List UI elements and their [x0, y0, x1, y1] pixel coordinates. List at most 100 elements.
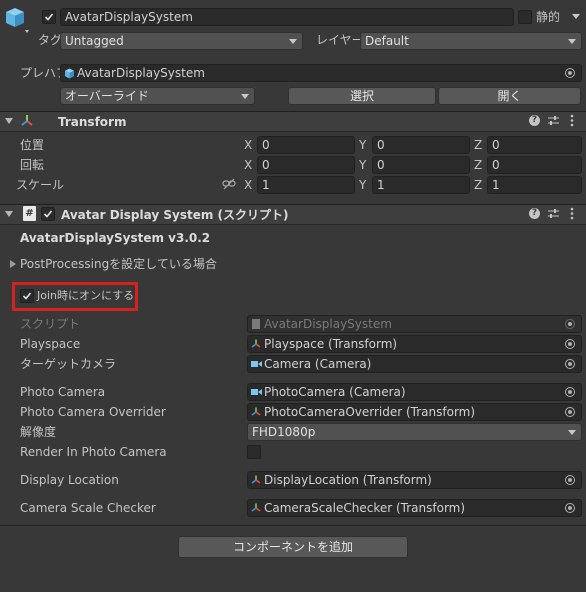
position-y-field[interactable]: 0 [372, 136, 470, 154]
scale-label: スケール [16, 178, 65, 192]
scale-x-field[interactable]: 1 [257, 176, 355, 194]
object-picker-icon[interactable] [565, 407, 575, 417]
join-enable-label: Join時にオンにする [37, 289, 135, 302]
presets-icon[interactable] [547, 114, 560, 127]
camera-scale-checker-field[interactable]: CameraScaleChecker (Transform) [247, 499, 582, 517]
playspace-label: Playspace [20, 337, 81, 351]
foldout-arrow-icon[interactable] [5, 118, 13, 124]
camera-scale-checker-label: Camera Scale Checker [20, 501, 156, 515]
chevron-down-icon [568, 430, 576, 435]
render-in-photo-checkbox[interactable] [247, 445, 261, 459]
static-dropdown-icon[interactable] [572, 14, 580, 19]
join-enable-checkbox[interactable] [20, 289, 34, 303]
object-picker-icon[interactable] [565, 387, 575, 397]
rotation-label: 回転 [20, 158, 45, 172]
open-button[interactable]: 開く [438, 87, 581, 105]
photo-camera-overrider-value: PhotoCameraOverrider (Transform) [264, 405, 476, 419]
rotation-y-field[interactable]: 0 [372, 156, 470, 174]
script-file-icon [252, 319, 260, 329]
position-x-field[interactable]: 0 [257, 136, 355, 154]
prefab-value: AvatarDisplaySystem [77, 66, 205, 80]
object-name-field[interactable]: AvatarDisplaySystem [60, 8, 514, 26]
foldout-arrow-icon[interactable] [10, 260, 16, 268]
version-heading: AvatarDisplaySystem v3.0.2 [20, 231, 211, 245]
object-picker-icon [565, 319, 575, 329]
constrain-proportions-icon[interactable] [222, 178, 236, 190]
target-camera-field[interactable]: Camera (Camera) [247, 355, 582, 373]
select-button[interactable]: 選択 [288, 87, 436, 105]
script-label: スクリプト [20, 317, 81, 331]
display-location-value: DisplayLocation (Transform) [264, 473, 432, 487]
axis-y-label: Y [359, 158, 367, 172]
help-icon[interactable]: ? [529, 115, 540, 126]
gameobject-cube-icon[interactable] [4, 6, 30, 34]
foldout-arrow-icon[interactable] [5, 211, 13, 217]
camera-scale-checker-value: CameraScaleChecker (Transform) [264, 501, 466, 515]
script-field: AvatarDisplaySystem [247, 315, 582, 333]
target-camera-value: Camera (Camera) [264, 357, 372, 371]
photo-camera-value: PhotoCamera (Camera) [264, 385, 406, 399]
tag-dropdown[interactable]: Untagged [60, 32, 303, 50]
static-checkbox[interactable] [518, 10, 532, 24]
axis-x-label: X [244, 158, 253, 172]
layer-value: Default [365, 34, 409, 48]
transform-icon [251, 475, 261, 484]
overrides-dropdown[interactable]: オーバーライド [60, 87, 255, 105]
photo-camera-label: Photo Camera [20, 385, 106, 399]
axis-x-label: X [244, 178, 253, 192]
axis-y-label: Y [359, 178, 367, 192]
postprocessing-foldout[interactable]: PostProcessingを設定している場合 [20, 256, 217, 272]
rotation-z-field[interactable]: 0 [487, 156, 582, 174]
help-icon[interactable]: ? [529, 208, 540, 219]
axis-y-label: Y [359, 138, 367, 152]
object-picker-icon[interactable] [565, 503, 575, 513]
photo-camera-overrider-label: Photo Camera Overrider [20, 405, 166, 419]
resolution-value: FHD1080p [252, 425, 316, 439]
chevron-down-icon [289, 39, 297, 44]
position-label: 位置 [20, 138, 45, 152]
prefab-cube-icon [65, 68, 74, 79]
render-in-photo-label: Render In Photo Camera [20, 445, 167, 459]
chevron-down-icon [241, 94, 249, 99]
more-options-icon[interactable] [570, 207, 574, 220]
chevron-down-icon [568, 39, 576, 44]
display-location-label: Display Location [20, 473, 119, 487]
target-camera-label: ターゲットカメラ [20, 357, 117, 371]
presets-icon[interactable] [547, 207, 560, 220]
script-file-icon: # [23, 206, 36, 221]
component-enabled-checkbox[interactable] [41, 207, 55, 221]
position-z-field[interactable]: 0 [487, 136, 582, 154]
static-label: 静的 [536, 10, 561, 24]
axis-z-label: Z [474, 158, 483, 172]
scale-y-field[interactable]: 1 [372, 176, 470, 194]
photo-camera-overrider-field[interactable]: PhotoCameraOverrider (Transform) [247, 403, 582, 421]
playspace-field[interactable]: Playspace (Transform) [247, 335, 582, 353]
photo-camera-field[interactable]: PhotoCamera (Camera) [247, 383, 582, 401]
object-picker-icon[interactable] [565, 475, 575, 485]
axis-z-label: Z [474, 138, 483, 152]
transform-title: Transform [58, 115, 127, 129]
divider [0, 525, 586, 526]
transform-icon [21, 115, 33, 126]
layer-label: レイヤー [316, 33, 364, 47]
layer-dropdown[interactable]: Default [360, 32, 582, 50]
axis-x-label: X [244, 138, 253, 152]
rotation-x-field[interactable]: 0 [257, 156, 355, 174]
more-options-icon[interactable] [570, 114, 574, 127]
object-picker-icon[interactable] [565, 359, 575, 369]
script-value: AvatarDisplaySystem [264, 317, 392, 331]
transform-icon [251, 339, 261, 348]
camera-icon [251, 389, 262, 395]
overrides-value: オーバーライド [65, 89, 149, 103]
object-picker-icon[interactable] [565, 339, 575, 349]
object-picker-icon[interactable] [565, 68, 575, 78]
component-title: Avatar Display System (スクリプト) [61, 208, 289, 222]
axis-z-label: Z [474, 178, 483, 192]
resolution-dropdown[interactable]: FHD1080p [247, 423, 582, 441]
tag-label: タグ [38, 33, 63, 47]
scale-z-field[interactable]: 1 [487, 176, 582, 194]
active-checkbox[interactable] [42, 10, 56, 24]
display-location-field[interactable]: DisplayLocation (Transform) [247, 471, 582, 489]
prefab-field[interactable]: AvatarDisplaySystem [60, 64, 582, 82]
add-component-button[interactable]: コンポーネントを追加 [178, 536, 408, 558]
